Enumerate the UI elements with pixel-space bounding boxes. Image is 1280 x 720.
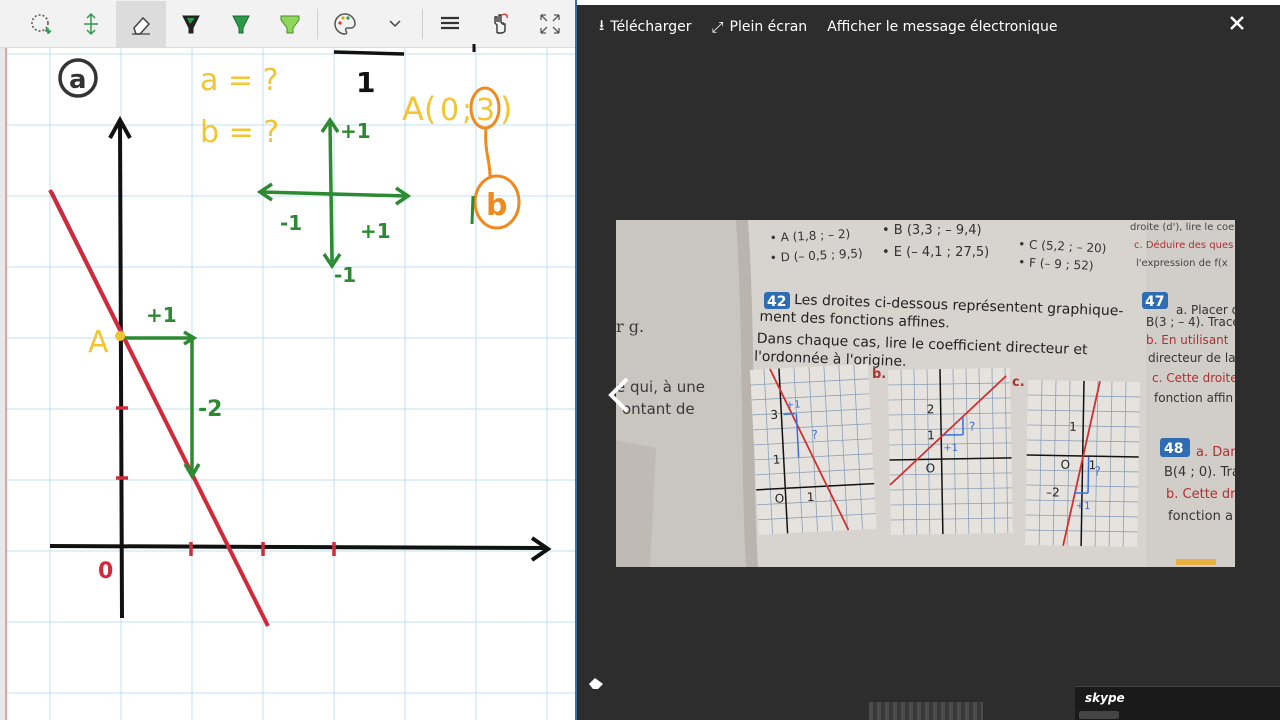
cross-horizontal	[261, 190, 407, 198]
graph-b-1: 1	[927, 428, 935, 442]
graph-a: 3 1 O 1 +1 ?	[750, 363, 877, 535]
ex47-num: 47	[1145, 294, 1164, 310]
graph-c-m2: –2	[1046, 485, 1060, 499]
graph-b-2: 2	[927, 402, 935, 416]
cross-minus-one-down: -1	[334, 263, 356, 287]
step-minus-two: -2	[198, 397, 222, 422]
skype-control[interactable]	[1079, 711, 1119, 719]
cross-minus-one-left: -1	[280, 211, 302, 235]
skype-logo: skype	[1085, 691, 1125, 705]
graph-a-plus: +1	[786, 399, 801, 411]
fullscreen-button[interactable]: ⤢ Plein écran	[711, 18, 807, 36]
step-plus-one: +1	[146, 303, 177, 327]
point-a-label: A	[88, 325, 109, 360]
ex47-line4: directeur de la	[1148, 351, 1235, 365]
ex48-num: 48	[1164, 441, 1183, 457]
whiteboard-app: a a = ? b = ? 1 A( 0 ; 3 ) b +1 -1 +1 -1…	[0, 0, 575, 720]
x-axis	[49, 544, 547, 550]
ex48-line3: b. Cette dr	[1166, 487, 1235, 502]
photo-top-mid-1: • B (3,3 ; – 9,4)	[882, 223, 982, 238]
circle-label: a	[69, 65, 87, 95]
photo-right-col-2: c. Déduire des ques	[1134, 239, 1233, 251]
graph-a-q: ?	[811, 428, 818, 442]
eraser-icon[interactable]	[587, 676, 605, 690]
expand-icon: ⤢	[711, 18, 724, 36]
screen: a a = ? b = ? 1 A( 0 ; 3 ) b +1 -1 +1 -1…	[0, 0, 1280, 720]
graph-b-q: ?	[969, 419, 976, 433]
photo-right-col-3: l'expression de f(x	[1136, 258, 1228, 269]
ex42-num: 42	[767, 294, 786, 310]
graph-a-3: 3	[770, 408, 778, 422]
previous-image-button[interactable]	[605, 375, 635, 415]
graph-a-1: 1	[772, 453, 780, 467]
download-button[interactable]: ⭳ Télécharger	[599, 15, 691, 40]
fraction-one: 1	[356, 66, 375, 99]
photo-right-col-1: droite (d'), lire le coef	[1130, 222, 1235, 233]
skype-panel[interactable]: skype	[1075, 686, 1280, 720]
textbook-photo: r g. e qui, à une ontant de • A (1,8 ; –…	[616, 220, 1235, 567]
green-tick	[470, 195, 475, 225]
textbook-page: r g. e qui, à une ontant de • A (1,8 ; –…	[616, 220, 1235, 567]
point-a-y: 3	[476, 93, 495, 128]
graph-b-plus: +1	[943, 443, 958, 454]
fullscreen-label: Plein écran	[729, 19, 808, 35]
graph-b: 2 1 O +1 ?	[888, 367, 1013, 535]
photo-left-frag-1: r g.	[616, 317, 644, 336]
handwritten-drawing: a a = ? b = ? 1 A( 0 ; 3 ) b +1 -1 +1 -1…	[48, 44, 552, 627]
ex48-line2: B(4 ; 0). Tra	[1164, 465, 1235, 480]
fraction-bar	[333, 50, 405, 56]
cross-vertical	[328, 121, 334, 263]
link-line	[484, 127, 492, 177]
ex47-line6: fonction affin	[1154, 391, 1233, 405]
download-icon: ⭳	[599, 15, 605, 34]
ex47-line3: b. En utilisant	[1146, 333, 1229, 347]
close-icon[interactable]	[1228, 14, 1246, 32]
point-a-x: 0	[440, 93, 459, 128]
ex47-line2: B(3 ; – 4). Tracer	[1146, 315, 1235, 329]
graph-c: 1 O 1 –2 +1 ?	[1025, 380, 1140, 547]
graph-b-o: O	[926, 461, 936, 475]
graph-c-q: ?	[1094, 464, 1101, 478]
graph-c-label: c.	[1012, 375, 1025, 390]
cross-plus-one-up: +1	[340, 119, 371, 143]
thumbnail-strip[interactable]	[869, 702, 983, 720]
point-a-dot	[115, 331, 125, 341]
download-label: Télécharger	[610, 19, 692, 35]
photo-viewer: ⭳ Télécharger ⤢ Plein écran Afficher le …	[575, 0, 1280, 720]
show-email-label: Afficher le message électronique	[827, 19, 1058, 35]
viewer-toolbar: ⭳ Télécharger ⤢ Plein écran Afficher le …	[577, 5, 1280, 49]
graph-c-plus: +1	[1076, 501, 1091, 512]
graph-b-label: b.	[872, 367, 886, 382]
ex47-line5: c. Cette droite	[1152, 371, 1235, 385]
photo-top-mid-2: • E (– 4,1 ; 27,5)	[882, 245, 989, 260]
ex48-line4: fonction a	[1168, 509, 1233, 524]
show-email-button[interactable]: Afficher le message électronique	[827, 19, 1057, 35]
b-question: b = ?	[200, 115, 279, 150]
graph-c-o: O	[1060, 458, 1070, 472]
graph-a-o: O	[774, 491, 784, 505]
cross-plus-one-right: +1	[360, 219, 391, 243]
point-a-close: )	[500, 90, 512, 128]
a-question: a = ?	[200, 63, 279, 98]
function-line-red	[48, 189, 270, 627]
origin-label: 0	[98, 559, 113, 584]
graph-c-1: 1	[1069, 420, 1077, 434]
point-a-coords-prefix: A(	[402, 90, 436, 128]
b-label: b	[486, 188, 507, 223]
ex48-line1: a. Dan	[1196, 445, 1235, 460]
graph-a-x1: 1	[806, 490, 814, 504]
y-axis	[118, 121, 124, 619]
